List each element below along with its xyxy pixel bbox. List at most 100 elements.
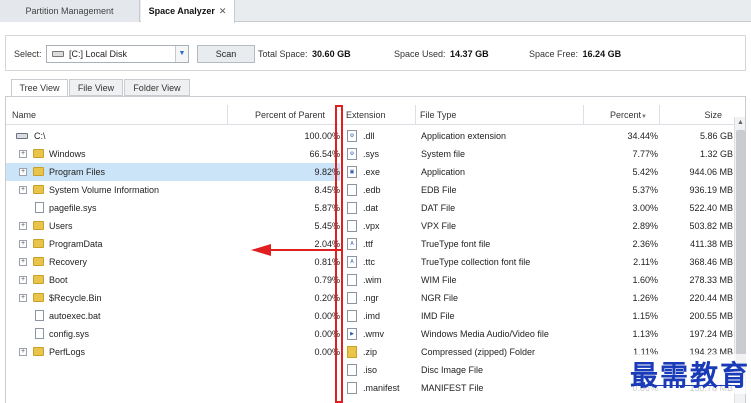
expand-icon[interactable]: + [19, 168, 27, 176]
extension-name: .ttf [363, 239, 374, 249]
expand-icon[interactable]: + [19, 150, 27, 158]
extension-percent: 3.00% [632, 203, 658, 213]
extension-file-type: IMD File [421, 311, 455, 321]
extension-row[interactable]: .ngr NGR File 1.26% 220.44 MB [343, 289, 733, 307]
scroll-up-icon[interactable]: ▲ [735, 117, 745, 129]
extension-file-type: TrueType font file [421, 239, 491, 249]
tab-tree-view[interactable]: Tree View [11, 79, 68, 97]
expand-icon[interactable]: + [19, 348, 27, 356]
extension-file-type: NGR File [421, 293, 459, 303]
column-header-percent[interactable]: Percent▼ [583, 105, 659, 125]
space-free-value: 16.24 GB [582, 49, 622, 59]
tree-row-program-files[interactable]: + Program Files 9.82% [6, 163, 340, 181]
extension-size: 278.33 MB [689, 275, 733, 285]
folder-icon [33, 257, 44, 266]
generic-file-icon [347, 274, 357, 286]
column-header-extension[interactable]: Extension [343, 105, 415, 125]
tree-row-percent: 0.79% [314, 275, 340, 285]
tab-file-view[interactable]: File View [69, 79, 123, 96]
extension-name: .ttc [363, 257, 376, 267]
tree-row-percent: 100.00% [304, 131, 340, 141]
tab-partition-management[interactable]: Partition Management [0, 0, 140, 22]
tree-row-name: Windows [49, 149, 86, 159]
space-free-stat: Space Free: 16.24 GB [529, 49, 621, 59]
expand-icon[interactable]: + [19, 186, 27, 194]
analyzer-toolbar: Select: [C:] Local Disk ▼ Scan Total Spa… [5, 35, 746, 71]
column-header-file-type[interactable]: File Type [415, 105, 583, 125]
extension-percent: 34.44% [627, 131, 658, 141]
expand-icon[interactable]: + [19, 294, 27, 302]
tree-row-users[interactable]: + Users 5.45% [6, 217, 340, 235]
extension-row[interactable]: ▶ .wmv Windows Media Audio/Video file 1.13%… [343, 325, 733, 343]
generic-file-icon [347, 310, 357, 322]
column-header-size[interactable]: Size [659, 105, 734, 125]
folder-icon [33, 293, 44, 302]
tree-row-recovery[interactable]: + Recovery 0.81% [6, 253, 340, 271]
extension-row[interactable]: A .ttf TrueType font file 2.36% 411.38 MB [343, 235, 733, 253]
chevron-down-icon[interactable]: ▼ [175, 46, 188, 62]
extension-size: 503.82 MB [689, 221, 733, 231]
folder-icon [33, 167, 44, 176]
column-header-name[interactable]: Name [6, 105, 227, 125]
extension-row[interactable]: ⚙ .dll Application extension 34.44% 5.86 GB [343, 127, 733, 145]
tab-folder-view[interactable]: Folder View [124, 79, 190, 96]
tree-row-name: ProgramData [49, 239, 103, 249]
column-header-percent-of-parent[interactable]: Percent of Parent [227, 105, 339, 125]
extension-file-type: Application extension [421, 131, 507, 141]
total-space-value: 30.60 GB [312, 49, 351, 59]
tree-list: C:\ 100.00% + Windows 66.54% + Program F… [6, 127, 340, 361]
tree-row-system-volume-information[interactable]: + System Volume Information 8.45% [6, 181, 340, 199]
expand-icon[interactable]: + [19, 240, 27, 248]
tab-space-analyzer-label: Space Analyzer [148, 6, 215, 16]
total-space-stat: Total Space: 30.60 GB [258, 49, 351, 59]
folder-icon [33, 347, 44, 356]
extension-row[interactable]: ⚙ .sys System file 7.77% 1.32 GB [343, 145, 733, 163]
tree-row-recycle-bin[interactable]: + $Recycle.Bin 0.20% [6, 289, 340, 307]
expand-icon[interactable]: + [19, 258, 27, 266]
extension-row[interactable]: .imd IMD File 1.15% 200.55 MB [343, 307, 733, 325]
video-file-icon: ▶ [347, 328, 357, 340]
extension-size: 936.19 MB [689, 185, 733, 195]
scan-button[interactable]: Scan [197, 45, 255, 63]
extension-percent: 1.15% [632, 311, 658, 321]
extension-row[interactable]: .edb EDB File 5.37% 936.19 MB [343, 181, 733, 199]
expand-icon[interactable]: + [19, 276, 27, 284]
font-file-icon: A [347, 256, 357, 268]
extension-row[interactable]: .vpx VPX File 2.89% 503.82 MB [343, 217, 733, 235]
tree-row-name: Program Files [49, 167, 106, 177]
extension-name: .iso [363, 365, 378, 375]
tree-row-boot[interactable]: + Boot 0.79% [6, 271, 340, 289]
extension-row[interactable]: .dat DAT File 3.00% 522.40 MB [343, 199, 733, 217]
space-used-value: 14.37 GB [450, 49, 489, 59]
folder-icon [33, 239, 44, 248]
extension-name: .edb [363, 185, 381, 195]
extension-row[interactable]: .wim WIM File 1.60% 278.33 MB [343, 271, 733, 289]
generic-file-icon [347, 292, 357, 304]
disk-drive-icon [52, 51, 64, 57]
file-icon [35, 328, 44, 339]
tree-row-name: autoexec.bat [49, 311, 101, 321]
expand-icon[interactable]: + [19, 222, 27, 230]
document-tab-bar: Partition Management Space Analyzer ✕ [0, 0, 751, 23]
scrollbar-thumb[interactable] [736, 130, 745, 378]
extension-name: .dat [363, 203, 379, 213]
dll-file-icon: ⚙ [347, 130, 357, 142]
tree-row-config[interactable]: config.sys 0.00% [6, 325, 340, 343]
extension-size: 944.06 MB [689, 167, 733, 177]
extension-size: 522.40 MB [689, 203, 733, 213]
tree-row-pagefile[interactable]: pagefile.sys 5.87% [6, 199, 340, 217]
extension-row[interactable]: A .ttc TrueType collection font file 2.11% 3… [343, 253, 733, 271]
sys-file-icon: ⚙ [347, 148, 357, 160]
tree-row-windows[interactable]: + Windows 66.54% [6, 145, 340, 163]
close-icon[interactable]: ✕ [219, 6, 227, 16]
extension-file-type: Disc Image File [421, 365, 484, 375]
extension-row[interactable]: ▣ .exe Application 5.42% 944.06 MB [343, 163, 733, 181]
tree-row-autoexec[interactable]: autoexec.bat 0.00% [6, 307, 340, 325]
tree-row-perflogs[interactable]: + PerfLogs 0.00% [6, 343, 340, 361]
tree-row-c-drive[interactable]: C:\ 100.00% [6, 127, 340, 145]
extension-file-type: WIM File [421, 275, 457, 285]
generic-file-icon [347, 364, 357, 376]
tab-space-analyzer[interactable]: Space Analyzer ✕ [141, 0, 235, 23]
tree-row-percent: 0.20% [314, 293, 340, 303]
disk-select[interactable]: [C:] Local Disk ▼ [46, 45, 189, 63]
